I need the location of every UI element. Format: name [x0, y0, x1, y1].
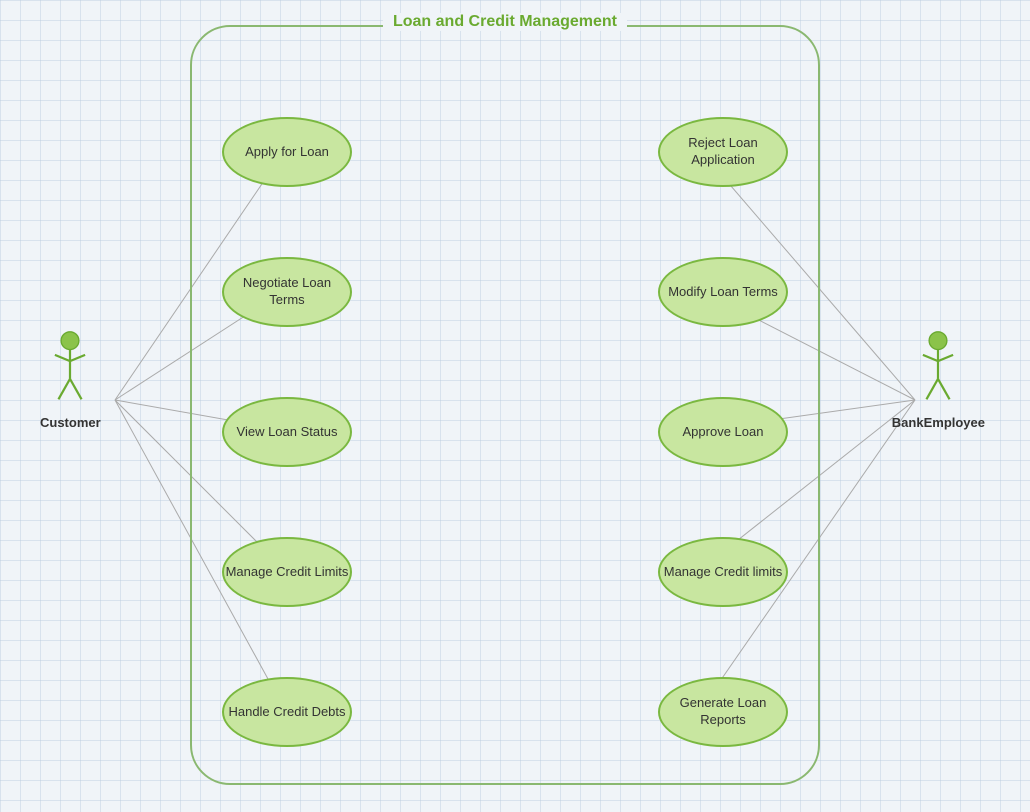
use-case-reject-loan[interactable]: Reject Loan Application	[658, 117, 788, 187]
use-case-apply-loan[interactable]: Apply for Loan	[222, 117, 352, 187]
system-title: Loan and Credit Management	[383, 13, 627, 31]
customer-figure-icon	[45, 330, 95, 410]
use-case-view-loan-status[interactable]: View Loan Status	[222, 397, 352, 467]
bank-employee-figure-icon	[913, 330, 963, 410]
diagram-container: Loan and Credit Management Apply for Loa…	[10, 10, 1020, 800]
customer-label: Customer	[40, 415, 101, 430]
system-boundary: Loan and Credit Management Apply for Loa…	[190, 25, 820, 785]
use-case-modify-loan[interactable]: Modify Loan Terms	[658, 257, 788, 327]
bank-employee-label: BankEmployee	[892, 415, 985, 430]
use-case-manage-credit-limits-bank[interactable]: Manage Credit limits	[658, 537, 788, 607]
use-case-handle-credit-debts[interactable]: Handle Credit Debts	[222, 677, 352, 747]
use-case-generate-loan-reports[interactable]: Generate Loan Reports	[658, 677, 788, 747]
actor-customer: Customer	[40, 330, 101, 430]
use-case-approve-loan[interactable]: Approve Loan	[658, 397, 788, 467]
use-case-manage-credit-limits-customer[interactable]: Manage Credit Limits	[222, 537, 352, 607]
use-case-negotiate-loan[interactable]: Negotiate Loan Terms	[222, 257, 352, 327]
actor-bank-employee: BankEmployee	[892, 330, 985, 430]
